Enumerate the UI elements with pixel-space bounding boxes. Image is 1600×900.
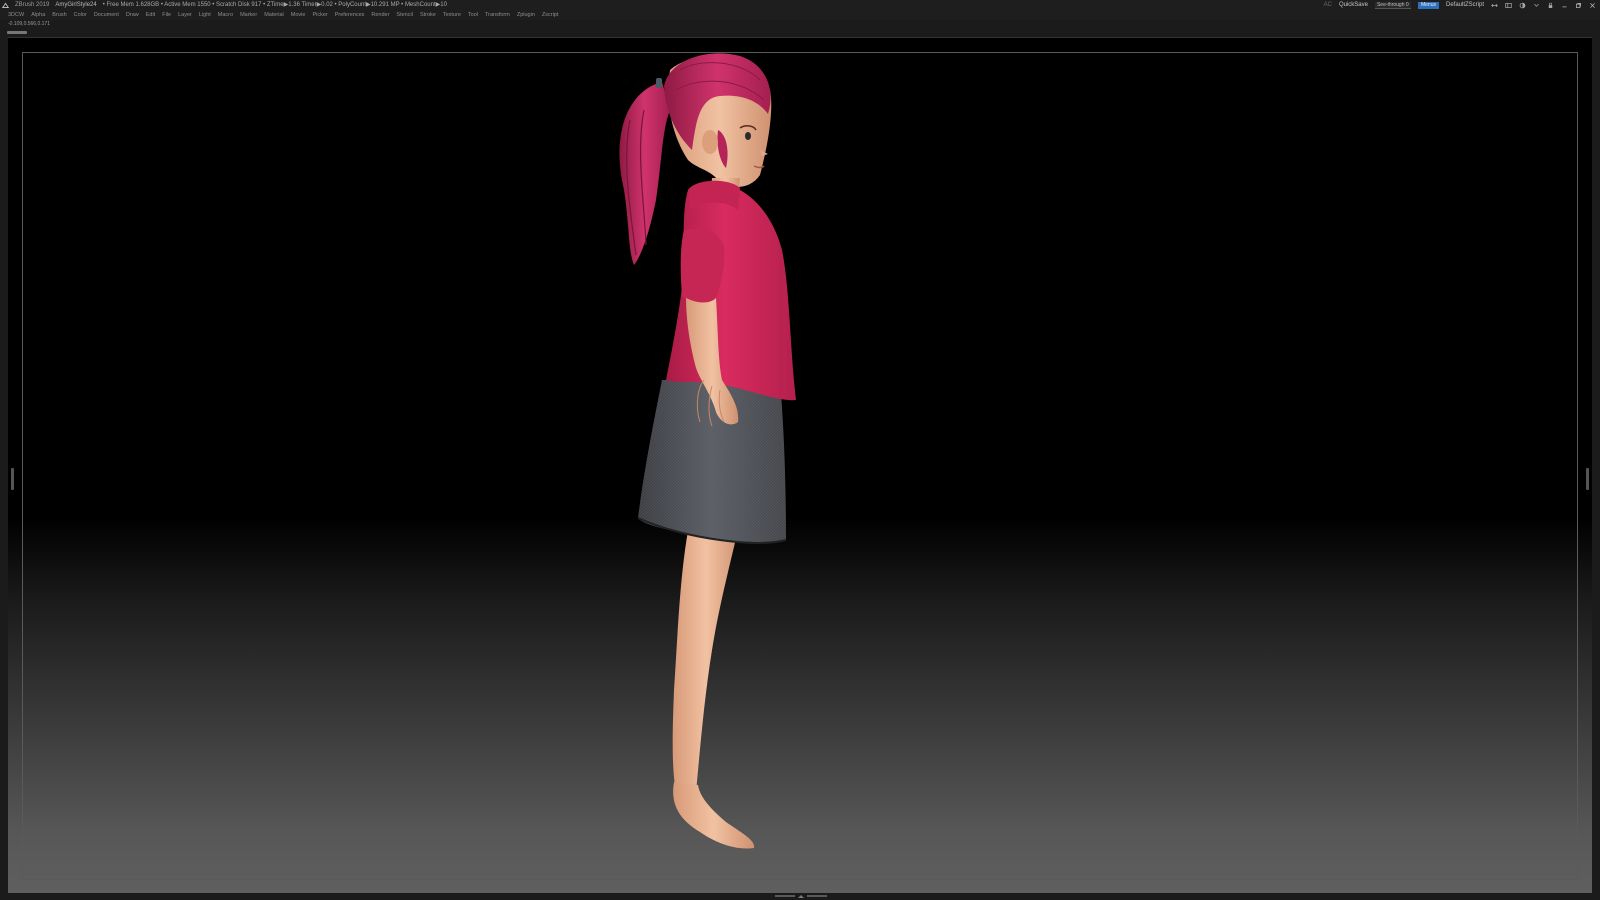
menu-stencil[interactable]: Stencil: [396, 10, 413, 20]
leg: [672, 520, 740, 792]
zbrush-logo-icon[interactable]: [2, 2, 9, 9]
menu-marker[interactable]: Marker: [240, 10, 257, 20]
default-zscript-button[interactable]: DefaultZScript: [1446, 0, 1484, 10]
menu-transform[interactable]: Transform: [485, 10, 510, 20]
title-bar: ZBrush 2019 AmyGirlStyle24 • Free Mem 1.…: [0, 0, 1600, 10]
layout-arrows-icon[interactable]: [1491, 2, 1498, 9]
menu-brush[interactable]: Brush: [52, 10, 66, 20]
see-through-label: See-through 0: [1376, 1, 1409, 8]
color-scheme-icon[interactable]: [1519, 2, 1526, 9]
quicksave-button[interactable]: QuickSave: [1339, 0, 1368, 10]
menu-alpha[interactable]: Alpha: [31, 10, 45, 20]
app-name: ZBrush 2019: [15, 2, 50, 8]
right-tray-handle[interactable]: [1586, 468, 1589, 490]
menu-zscript[interactable]: Zscript: [542, 10, 559, 20]
left-tray-handle[interactable]: [11, 468, 14, 490]
menu-macro[interactable]: Macro: [218, 10, 233, 20]
menu-light[interactable]: Light: [199, 10, 211, 20]
menu-texture[interactable]: Texture: [443, 10, 461, 20]
menu-render[interactable]: Render: [371, 10, 389, 20]
bottom-tray-handle[interactable]: [774, 894, 828, 898]
character-model[interactable]: [600, 50, 840, 880]
minimize-icon[interactable]: [1561, 2, 1568, 9]
menu-zplugin[interactable]: Zplugin: [517, 10, 535, 20]
menu-layer[interactable]: Layer: [178, 10, 192, 20]
menu-3dcw[interactable]: 3DCW: [8, 10, 24, 20]
menu-stroke[interactable]: Stroke: [420, 10, 436, 20]
memory-stats: • Free Mem 1.628GB • Active Mem 1550 • S…: [102, 2, 447, 8]
menu-picker[interactable]: Picker: [312, 10, 327, 20]
document-name: AmyGirlStyle24: [55, 2, 97, 8]
menu-edit[interactable]: Edit: [146, 10, 155, 20]
ac-button[interactable]: AC: [1324, 0, 1332, 10]
menu-material[interactable]: Material: [264, 10, 284, 20]
chevron-up-icon: [798, 894, 804, 898]
menu-color[interactable]: Color: [74, 10, 87, 20]
menu-preferences[interactable]: Preferences: [335, 10, 365, 20]
main-menu-bar: 3DCW Alpha Brush Color Document Draw Edit File L…: [0, 10, 1600, 20]
menu-draw[interactable]: Draw: [126, 10, 139, 20]
foot: [673, 782, 755, 849]
menu-file[interactable]: File: [162, 10, 171, 20]
palette-arrows-icon[interactable]: [1533, 2, 1540, 9]
restore-icon[interactable]: [1575, 2, 1582, 9]
cursor-coordinates: -0.109,0.566,0.171: [8, 21, 50, 27]
ui-layout-icon[interactable]: [1505, 2, 1512, 9]
see-through-slider[interactable]: See-through 0: [1374, 1, 1411, 9]
menus-toggle-button[interactable]: Menus: [1417, 1, 1439, 9]
menu-tool[interactable]: Tool: [468, 10, 478, 20]
menu-movie[interactable]: Movie: [291, 10, 306, 20]
menu-document[interactable]: Document: [94, 10, 119, 20]
tray-scroll-handle[interactable]: [7, 31, 27, 34]
lock-icon[interactable]: [1547, 2, 1554, 9]
close-icon[interactable]: [1589, 2, 1596, 9]
